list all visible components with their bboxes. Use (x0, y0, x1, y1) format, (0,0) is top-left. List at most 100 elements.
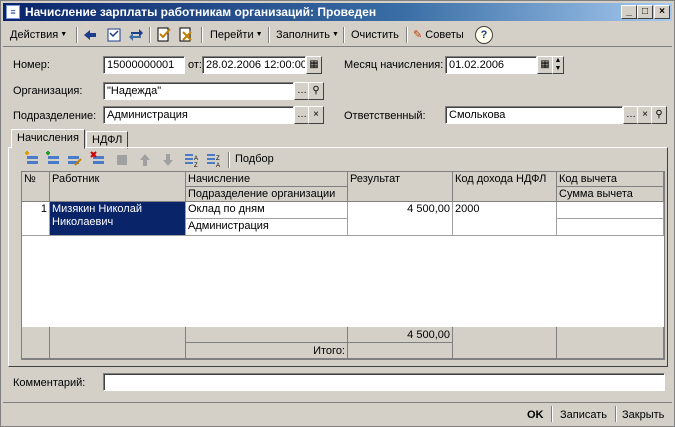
total-value: 4 500,00 (348, 327, 453, 343)
col-header-deduction-sum[interactable]: Сумма вычета (557, 187, 664, 202)
bottom-bar: OK Записать Закрыть (3, 402, 672, 424)
deduction-code-cell[interactable] (557, 202, 664, 219)
toolbar-separator (76, 27, 78, 43)
income-code-cell[interactable]: 2000 (453, 202, 557, 236)
svg-text:Z: Z (194, 163, 198, 169)
goto-menu[interactable]: Перейти ▼ (207, 26, 266, 44)
footer-cell (453, 327, 557, 359)
close-button[interactable]: Закрыть (622, 407, 664, 423)
footer-cell (348, 343, 453, 359)
toolbar-separator (406, 27, 408, 43)
add-group-icon[interactable] (44, 151, 62, 169)
window-title: Начисление зарплаты работникам организац… (25, 5, 377, 19)
col-header-num[interactable]: № (22, 172, 50, 202)
toolbar-separator (551, 406, 553, 422)
comment-field[interactable] (103, 373, 665, 391)
department-field[interactable]: Администрация (103, 106, 294, 124)
number-field[interactable]: 15000000001 (103, 56, 185, 74)
edit-row-icon[interactable] (65, 151, 83, 169)
dropdown-arrow-icon: ▼ (60, 31, 68, 39)
fill-menu[interactable]: Заполнить ▼ (273, 26, 342, 44)
refresh-icon[interactable] (127, 26, 145, 44)
date-label: от: (188, 59, 202, 71)
ok-button[interactable]: OK (527, 407, 544, 423)
actions-menu[interactable]: Действия ▼ (7, 26, 70, 44)
col-header-employee[interactable]: Работник (50, 172, 186, 202)
selection-button[interactable]: Подбор (235, 153, 274, 165)
responsible-label: Ответственный: (344, 110, 426, 122)
move-down-icon[interactable] (159, 151, 177, 169)
dropdown-arrow-icon: ▼ (255, 31, 263, 39)
footer-cell (22, 327, 50, 359)
row-num-cell[interactable]: 1 (22, 202, 50, 236)
calendar-icon[interactable]: ▦ (537, 56, 553, 74)
svg-text:A: A (216, 163, 220, 169)
main-toolbar: Действия ▼ Перейти ▼ Заполнить ▼ Очистить ✎… (3, 23, 672, 47)
toolbar-separator (343, 27, 345, 43)
responsible-field[interactable]: Смолькова (445, 106, 623, 124)
footer-cell (50, 327, 186, 359)
month-field[interactable]: 01.02.2006 (445, 56, 537, 74)
toolbar-separator (268, 27, 270, 43)
calendar-icon[interactable]: ▦ (306, 56, 322, 74)
tips-button[interactable]: ✎ Советы (410, 26, 467, 44)
document-icon: ≡ (6, 5, 20, 19)
add-row-icon[interactable] (23, 151, 41, 169)
tips-icon: ✎ (413, 29, 423, 41)
toolbar-separator (149, 27, 151, 43)
fill-label: Заполнить (276, 29, 331, 41)
footer-cell (557, 327, 664, 359)
close-window-button[interactable]: × (654, 5, 670, 19)
svg-text:Z: Z (216, 156, 220, 162)
footer-cell (186, 327, 348, 343)
search-icon[interactable]: ⚲ (308, 82, 324, 100)
help-icon[interactable]: ? (475, 26, 493, 44)
subdivision-cell[interactable]: Администрация (186, 219, 348, 236)
employee-cell[interactable]: Мизякин Николай Николаевич (50, 202, 186, 236)
search-icon[interactable]: ⚲ (651, 106, 667, 124)
toolbar-separator (201, 27, 203, 43)
unpost-document-icon[interactable] (177, 26, 195, 44)
total-label: Итого: (186, 343, 348, 359)
tips-label: Советы (425, 29, 464, 41)
department-label: Подразделение: (13, 110, 97, 122)
col-header-accrual[interactable]: Начисление (186, 172, 348, 187)
sort-desc-icon[interactable]: ZA (205, 151, 223, 169)
col-header-result[interactable]: Результат (348, 172, 453, 202)
month-spinner[interactable]: ▲ ▼ (552, 56, 564, 74)
maximize-button[interactable]: □ (637, 5, 653, 19)
minimize-button[interactable]: _ (621, 5, 637, 19)
end-edit-icon[interactable] (113, 151, 131, 169)
structure-icon[interactable] (105, 26, 123, 44)
toolbar-separator (615, 406, 617, 422)
toolbar-separator (228, 152, 230, 168)
back-arrow-icon[interactable] (81, 26, 99, 44)
accruals-table: № Работник Начисление Подразделение орга… (21, 171, 665, 360)
accrual-cell[interactable]: Оклад по дням (186, 202, 348, 219)
clear-icon[interactable]: × (308, 106, 324, 124)
title-bar: ≡ Начисление зарплаты работникам организ… (3, 3, 672, 21)
month-label: Месяц начисления: (344, 59, 444, 71)
move-up-icon[interactable] (136, 151, 154, 169)
dropdown-arrow-icon: ▼ (332, 31, 339, 39)
actions-label: Действия (10, 29, 59, 41)
organization-field[interactable]: "Надежда" (103, 82, 294, 100)
deduction-sum-cell[interactable] (557, 219, 664, 236)
comment-label: Комментарий: (13, 377, 86, 389)
col-header-deduction-code[interactable]: Код вычета (557, 172, 664, 187)
document-window: ≡ Начисление зарплаты работникам организ… (0, 0, 675, 427)
save-button[interactable]: Записать (560, 407, 607, 423)
number-label: Номер: (13, 59, 50, 71)
svg-text:A: A (194, 156, 198, 162)
tab-accruals[interactable]: Начисления (11, 129, 85, 149)
col-header-subdivision[interactable]: Подразделение организации (186, 187, 348, 202)
sort-asc-icon[interactable]: AZ (183, 151, 201, 169)
col-header-income-code[interactable]: Код дохода НДФЛ (453, 172, 557, 202)
delete-row-icon[interactable] (89, 151, 107, 169)
result-cell[interactable]: 4 500,00 (348, 202, 453, 236)
goto-label: Перейти (210, 29, 254, 41)
post-document-icon[interactable] (155, 26, 173, 44)
date-field[interactable]: 28.02.2006 12:00:00 (202, 56, 306, 74)
clear-button[interactable]: Очистить (348, 26, 402, 44)
organization-label: Организация: (13, 85, 83, 97)
